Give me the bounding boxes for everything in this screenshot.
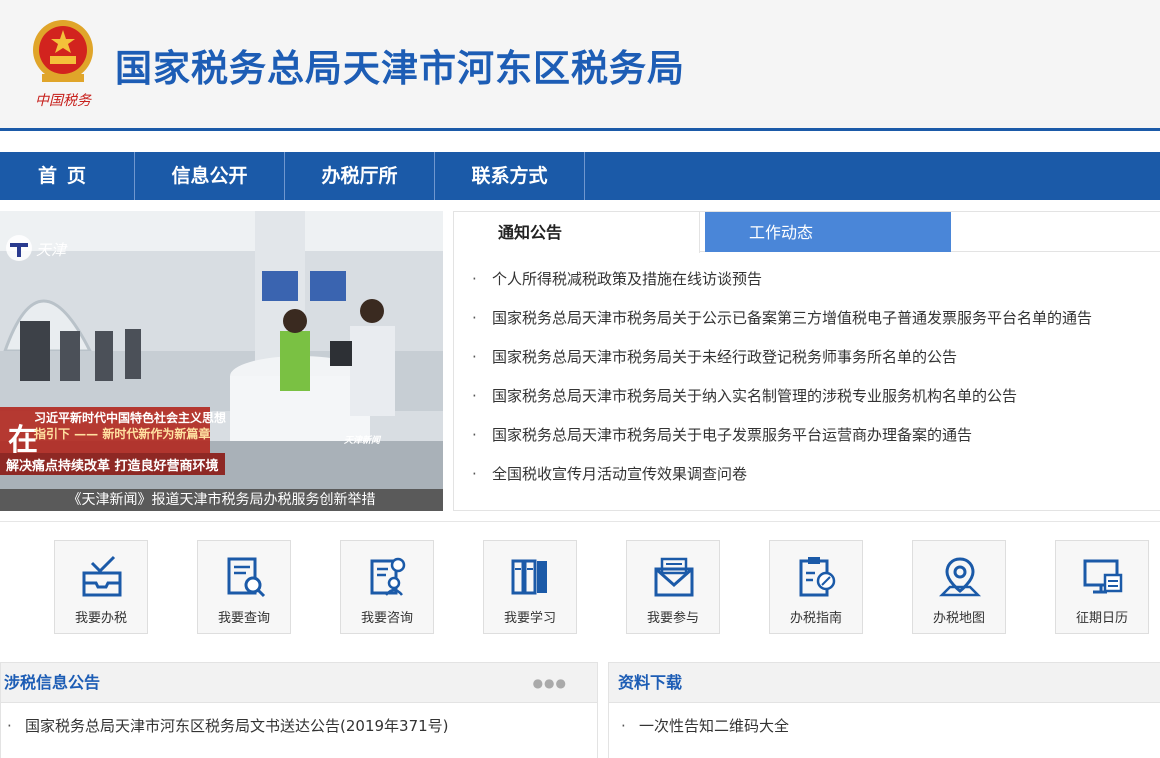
bullet-icon: · xyxy=(472,387,477,405)
list-item[interactable]: · 个人所得税减税政策及措施在线访谈预告 xyxy=(472,260,1092,299)
news-banner[interactable]: 天津 在 习近平新时代中国特色社会主义思想 指引下 —— 新时代新作为新篇章 解… xyxy=(0,211,443,511)
channel-logo-text: 天津 xyxy=(36,241,67,259)
inbox-check-icon xyxy=(82,555,122,597)
header-divider xyxy=(0,128,1160,131)
service-label: 我要查询 xyxy=(217,611,270,626)
tax-notices-panel: 涉税信息公告 ●●● · 国家税务总局天津市河东区税务局文书送达公告(2019年3… xyxy=(0,662,598,758)
tab-notices[interactable]: 通知公告 xyxy=(454,212,700,253)
service-guide[interactable]: 办税指南 xyxy=(769,540,863,634)
downloads-panel: 资料下载 · 一次性告知二维码大全 xyxy=(608,662,1160,758)
calendar-monitor-icon xyxy=(1083,559,1123,594)
panel-header: 涉税信息公告 ●●● xyxy=(1,663,597,703)
banner-overlay-line2: 指引下 —— 新时代新作为新篇章 xyxy=(34,427,211,441)
bullet-icon: · xyxy=(472,270,477,288)
service-map[interactable]: 办税地图 xyxy=(912,540,1006,634)
bullet-icon: · xyxy=(472,309,477,327)
clipboard-compass-icon xyxy=(799,557,836,597)
service-label: 办税指南 xyxy=(789,611,842,626)
list-item[interactable]: · 国家税务总局天津市税务局关于未经行政登记税务师事务所名单的公告 xyxy=(472,338,1092,377)
banner-overlay-line3: 解决痛点持续改革 打造良好营商环境 xyxy=(6,459,219,474)
service-label: 我要学习 xyxy=(503,611,556,626)
site-header: 中国税务 国家税务总局天津市河东区税务局 xyxy=(0,0,1160,128)
list-item[interactable]: · 国家税务总局天津市税务局关于公示已备案第三方增值税电子普通发票服务平台名单的通… xyxy=(472,299,1092,338)
list-item[interactable]: · 国家税务总局天津市河东区税务局文书送达公告(2019年371号) xyxy=(7,706,449,746)
service-calendar[interactable]: 征期日历 xyxy=(1055,540,1149,634)
tax-notices-list: · 国家税务总局天津市河东区税务局文书送达公告(2019年371号) xyxy=(7,706,449,746)
more-dots-icon[interactable]: ●●● xyxy=(533,663,567,703)
document-search-icon xyxy=(227,557,266,598)
main-nav: 首页 信息公开 办税厅所 联系方式 xyxy=(0,152,1160,200)
services-divider xyxy=(0,521,1160,522)
nav-tax-halls[interactable]: 办税厅所 xyxy=(285,152,435,200)
service-label: 办税地图 xyxy=(932,611,985,626)
service-query[interactable]: 我要查询 xyxy=(197,540,291,634)
downloads-list: · 一次性告知二维码大全 xyxy=(621,706,789,746)
envelope-icon xyxy=(654,557,694,597)
nav-home[interactable]: 首页 xyxy=(0,152,135,200)
bullet-icon: · xyxy=(472,426,477,444)
emblem-text: 中国税务 xyxy=(35,93,92,109)
bullet-icon: · xyxy=(7,717,12,735)
tab-work-news[interactable]: 工作动态 xyxy=(705,212,951,252)
notice-tab-bar: 通知公告 工作动态 xyxy=(454,212,1160,253)
service-consult[interactable]: 我要咨询 xyxy=(340,540,434,634)
bullet-icon: · xyxy=(621,717,626,735)
bullet-icon: · xyxy=(472,348,477,366)
national-emblem-icon: 中国税务 xyxy=(33,20,93,109)
service-learn[interactable]: 我要学习 xyxy=(483,540,577,634)
panel-title: 涉税信息公告 xyxy=(4,673,101,692)
banner-corner-logo: 天津新闻 xyxy=(344,436,381,446)
nav-info-disclosure[interactable]: 信息公开 xyxy=(135,152,285,200)
map-pin-icon xyxy=(938,557,982,597)
service-label: 征期日历 xyxy=(1075,611,1128,626)
service-tax-handling[interactable]: 我要办税 xyxy=(54,540,148,634)
list-item[interactable]: · 国家税务总局天津市税务局关于电子发票服务平台运营商办理备案的通告 xyxy=(472,416,1092,455)
notice-list: · 个人所得税减税政策及措施在线访谈预告 · 国家税务总局天津市税务局关于公示已备案… xyxy=(472,260,1092,494)
service-participate[interactable]: 我要参与 xyxy=(626,540,720,634)
bullet-icon: · xyxy=(472,465,477,483)
list-item[interactable]: · 全国税收宣传月活动宣传效果调查问卷 xyxy=(472,455,1092,494)
list-item[interactable]: · 国家税务总局天津市税务局关于纳入实名制管理的涉税专业服务机构名单的公告 xyxy=(472,377,1092,416)
panel-header: 资料下载 xyxy=(609,663,1160,703)
service-label: 我要参与 xyxy=(646,611,699,626)
banner-caption[interactable]: 《天津新闻》报道天津市税务局办税服务创新举措 xyxy=(0,489,443,511)
notice-box: 通知公告 工作动态 · 个人所得税减税政策及措施在线访谈预告 · 国家税务总局天津市… xyxy=(453,211,1160,511)
list-item[interactable]: · 一次性告知二维码大全 xyxy=(621,706,789,746)
service-label: 我要办税 xyxy=(74,611,127,626)
panel-title: 资料下载 xyxy=(618,673,683,692)
consult-icon xyxy=(370,557,406,596)
tv-channel-logo-icon xyxy=(6,235,32,261)
banner-overlay-line1: 习近平新时代中国特色社会主义思想 xyxy=(34,411,227,425)
site-title: 国家税务总局天津市河东区税务局 xyxy=(115,47,685,90)
nav-contact[interactable]: 联系方式 xyxy=(435,152,585,200)
books-icon xyxy=(511,559,547,595)
service-label: 我要咨询 xyxy=(360,611,413,626)
